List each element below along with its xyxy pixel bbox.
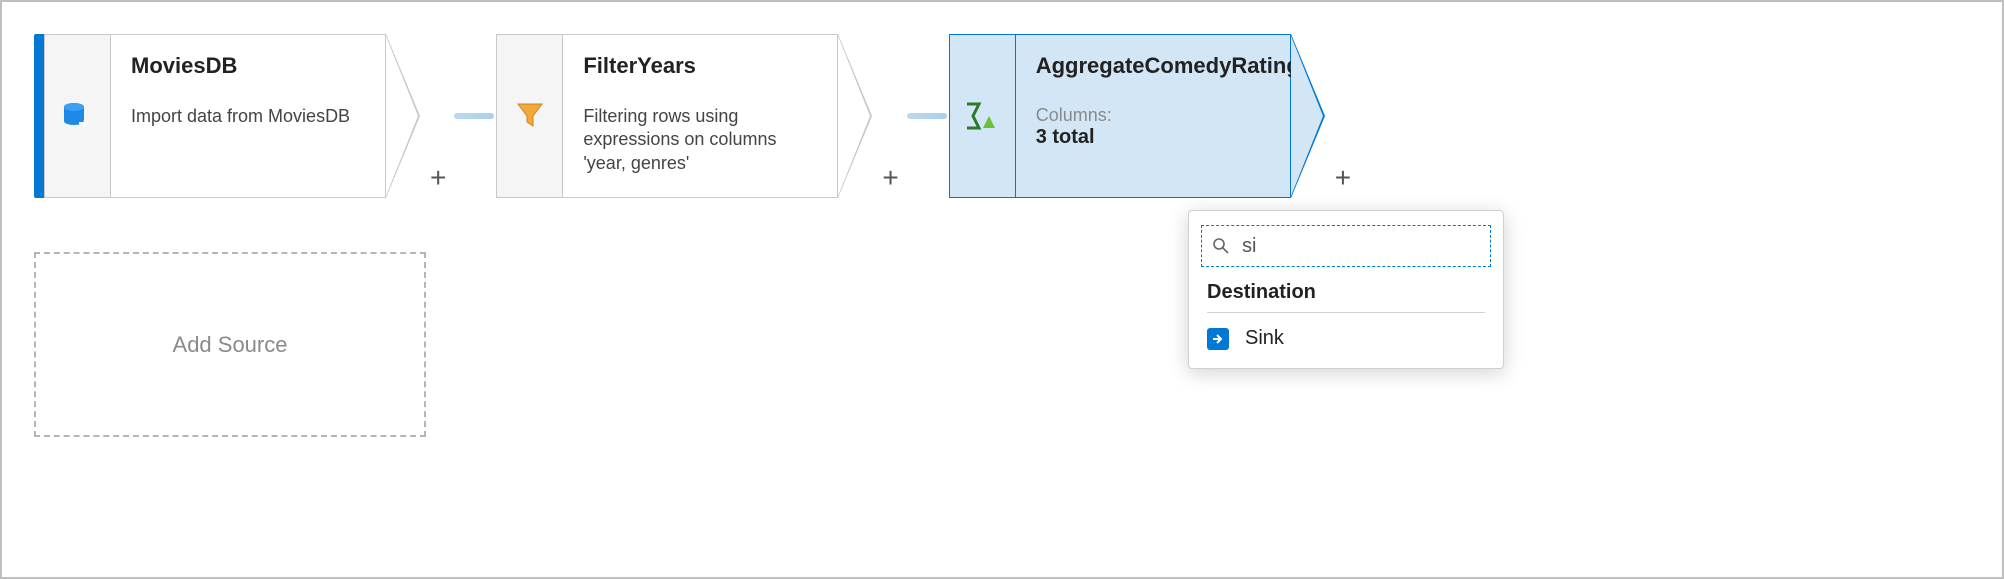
node-body: MoviesDB Import data from MoviesDB bbox=[110, 34, 386, 198]
popover-item-label: Sink bbox=[1245, 327, 1284, 350]
node-arrow bbox=[1291, 34, 1325, 198]
node-body: FilterYears Filtering rows using express… bbox=[562, 34, 838, 198]
node-desc: Import data from MoviesDB bbox=[131, 105, 365, 128]
columns-count: 3 total bbox=[1036, 126, 1270, 149]
node-body: AggregateComedyRating Columns: 3 total bbox=[1015, 34, 1291, 198]
node-title: FilterYears bbox=[583, 53, 817, 79]
node-desc: Filtering rows using expressions on colu… bbox=[583, 105, 817, 175]
add-source-placeholder[interactable]: Add Source bbox=[34, 252, 426, 437]
flow-row: MoviesDB Import data from MoviesDB + Fil… bbox=[34, 34, 1357, 198]
add-step-popover: Destination Sink bbox=[1188, 210, 1504, 369]
node-icon-col bbox=[949, 34, 1015, 198]
add-step-button[interactable]: + bbox=[882, 162, 898, 198]
dataflow-canvas[interactable]: MoviesDB Import data from MoviesDB + Fil… bbox=[0, 0, 2004, 579]
search-input[interactable] bbox=[1240, 234, 1480, 259]
search-icon bbox=[1212, 237, 1230, 255]
node-title: MoviesDB bbox=[131, 53, 365, 79]
node-aggregate[interactable]: AggregateComedyRating Columns: 3 total bbox=[949, 34, 1325, 198]
sink-icon bbox=[1207, 328, 1229, 350]
node-arrow bbox=[386, 34, 420, 198]
node-moviesdb[interactable]: MoviesDB Import data from MoviesDB bbox=[34, 34, 420, 198]
filter-funnel-icon bbox=[516, 102, 544, 130]
node-accent bbox=[34, 34, 44, 198]
add-step-button[interactable]: + bbox=[430, 162, 446, 198]
columns-label: Columns: bbox=[1036, 105, 1270, 126]
connector bbox=[454, 113, 494, 119]
node-filteryears[interactable]: FilterYears Filtering rows using express… bbox=[496, 34, 872, 198]
node-icon-col bbox=[496, 34, 562, 198]
connector bbox=[907, 113, 947, 119]
add-source-label: Add Source bbox=[173, 332, 288, 358]
search-box[interactable] bbox=[1201, 225, 1491, 267]
aggregate-sigma-icon bbox=[965, 102, 999, 130]
node-icon-col bbox=[44, 34, 110, 198]
popover-item-sink[interactable]: Sink bbox=[1207, 319, 1485, 358]
add-step-button[interactable]: + bbox=[1335, 162, 1351, 198]
node-title: AggregateComedyRating bbox=[1036, 53, 1270, 79]
popover-heading: Destination bbox=[1207, 281, 1485, 313]
node-arrow bbox=[838, 34, 872, 198]
database-source-icon bbox=[61, 99, 95, 133]
